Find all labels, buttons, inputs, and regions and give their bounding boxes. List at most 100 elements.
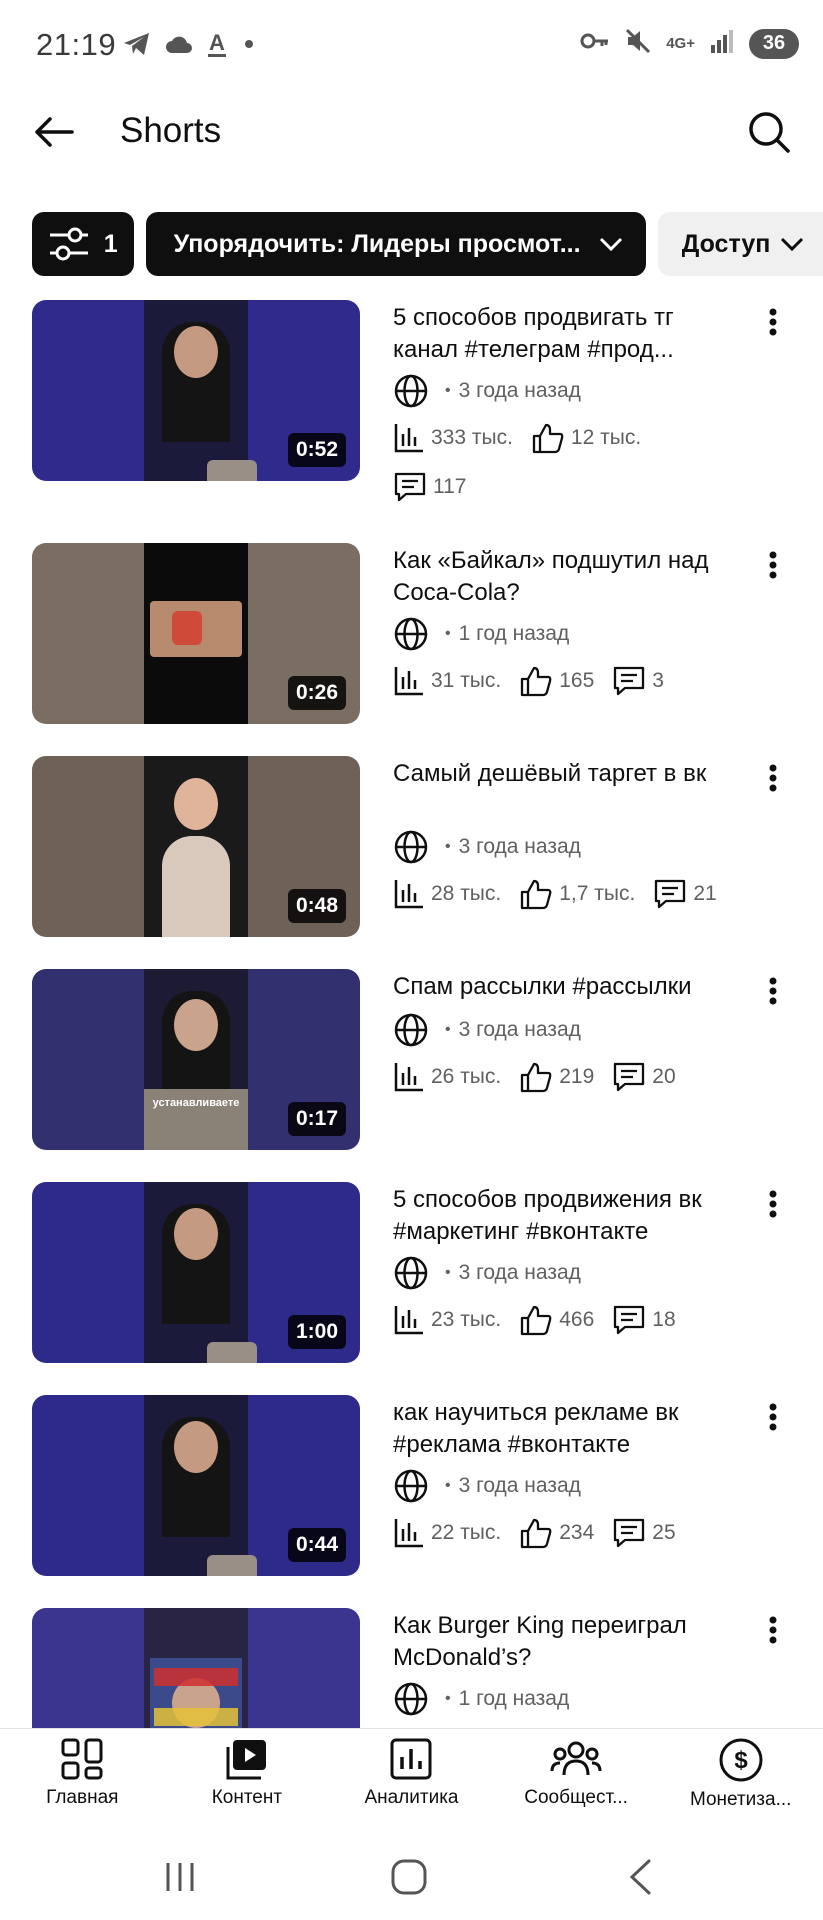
access-label: Доступ <box>681 229 771 258</box>
filter-chips: 1 Упорядочить: Лидеры просмот... Доступ <box>32 212 823 276</box>
access-dropdown[interactable]: Доступ <box>657 212 823 276</box>
globe-icon <box>393 1255 429 1291</box>
visibility-row: • 1 год назад <box>393 616 569 652</box>
comments-count: 20 <box>652 1065 676 1088</box>
nav-item-content[interactable]: Контент <box>165 1729 330 1832</box>
video-duration: 0:26 <box>287 676 346 710</box>
home-icon <box>391 1859 427 1895</box>
comment-icon <box>612 1517 646 1549</box>
nav-item-dashboard[interactable]: Главная <box>0 1729 165 1832</box>
video-thumbnail[interactable]: 0:48 <box>32 756 360 937</box>
visibility-row: • 3 года назад <box>393 829 581 865</box>
status-bar: 21:19 A 4G+ 36 <box>0 0 823 90</box>
views-count: 31 тыс. <box>431 669 502 692</box>
views-chart-icon <box>393 1304 425 1336</box>
nav-item-monetization[interactable]: $ Монетиза... <box>658 1729 823 1832</box>
arrow-left-icon <box>35 117 74 147</box>
chevron-down-icon <box>599 237 622 252</box>
video-title[interactable]: 5 способов продвижения вк #маркетинг #вк… <box>393 1184 733 1248</box>
visibility-row: • 3 года назад <box>393 1255 581 1291</box>
filter-count: 1 <box>103 229 118 258</box>
nav-label: Контент <box>211 1787 283 1808</box>
comment-icon <box>612 1304 646 1336</box>
video-title[interactable]: Как Burger King переиграл McDonald’s? <box>393 1610 733 1674</box>
list-item[interactable]: 0:52 5 способов продвигать тг канал #тел… <box>0 300 823 510</box>
battery-indicator: 36 <box>749 28 799 59</box>
filter-button[interactable]: 1 <box>32 212 134 276</box>
list-item[interactable]: 0:44 как научиться рекламе вк #реклама #… <box>0 1395 823 1585</box>
more-vert-icon <box>769 551 777 579</box>
video-thumbnail[interactable]: 0:52 <box>32 300 360 481</box>
status-time: 21:19 <box>36 27 117 62</box>
like-icon <box>519 1061 553 1093</box>
telegram-icon <box>122 31 152 62</box>
stats-row: 26 тыс. 219 20 <box>393 1061 676 1093</box>
home-button[interactable] <box>379 1852 439 1902</box>
video-title[interactable]: Спам рассылки #рассылки <box>393 971 733 1003</box>
page-title: Shorts <box>120 111 222 150</box>
comments-row: 117 <box>393 471 466 503</box>
network-type: 4G+ <box>666 34 695 52</box>
list-item[interactable]: 0:26 Как «Байкал» подшутил над Coca-Cola… <box>0 543 823 733</box>
video-title[interactable]: Самый дешёвый таргет в вк <box>393 758 733 790</box>
comments-count: 117 <box>433 475 467 498</box>
video-thumbnail[interactable] <box>32 1608 360 1728</box>
app-header: Shorts <box>0 92 823 172</box>
list-item[interactable]: 0:48 Самый дешёвый таргет в вк • 3 года … <box>0 756 823 946</box>
signal-icon <box>709 29 735 58</box>
nav-label: Аналитика <box>364 1787 459 1808</box>
search-button[interactable] <box>745 108 793 156</box>
video-title[interactable]: 5 способов продвигать тг канал #телеграм… <box>393 302 733 366</box>
more-options-button[interactable] <box>758 545 788 585</box>
system-back-button[interactable] <box>610 1852 670 1902</box>
comments-count: 18 <box>652 1308 676 1331</box>
video-thumbnail[interactable]: 0:26 <box>32 543 360 724</box>
nav-item-analytics[interactable]: Аналитика <box>329 1729 494 1832</box>
visibility-row: • 3 года назад <box>393 373 581 409</box>
video-title[interactable]: Как «Байкал» подшутил над Coca-Cola? <box>393 545 733 609</box>
comment-icon <box>612 1061 646 1093</box>
video-thumbnail[interactable]: 1:00 <box>32 1182 360 1363</box>
visibility-row: • 1 год назад <box>393 1681 569 1717</box>
nav-label: Сообщест... <box>524 1787 628 1808</box>
video-thumbnail[interactable]: устанавливаете 0:17 <box>32 969 360 1150</box>
list-item[interactable]: 1:00 5 способов продвижения вк #маркетин… <box>0 1182 823 1372</box>
nav-label: Монетиза... <box>689 1789 792 1810</box>
like-icon <box>531 422 565 454</box>
sliders-icon <box>50 227 88 261</box>
likes-count: 165 <box>559 669 595 692</box>
more-options-button[interactable] <box>758 302 788 342</box>
comments-count: 3 <box>652 669 664 692</box>
views-count: 333 тыс. <box>431 426 513 449</box>
video-title[interactable]: как научиться рекламе вк #реклама #вконт… <box>393 1397 733 1461</box>
back-button[interactable] <box>32 110 76 154</box>
mute-icon <box>624 27 652 60</box>
globe-icon <box>393 1468 429 1504</box>
views-count: 23 тыс. <box>431 1308 502 1331</box>
sort-label: Упорядочить: Лидеры просмот... <box>173 229 581 258</box>
more-options-button[interactable] <box>758 1610 788 1650</box>
visibility-row: • 3 года назад <box>393 1468 581 1504</box>
more-vert-icon <box>769 1616 777 1644</box>
nav-label: Главная <box>46 1787 119 1808</box>
nav-item-community[interactable]: Сообщест... <box>494 1729 659 1832</box>
analytics-icon <box>390 1738 432 1780</box>
more-options-button[interactable] <box>758 1397 788 1437</box>
more-options-button[interactable] <box>758 1184 788 1224</box>
views-count: 26 тыс. <box>431 1065 502 1088</box>
list-item[interactable]: Как Burger King переиграл McDonald’s? • … <box>0 1608 823 1728</box>
sort-dropdown[interactable]: Упорядочить: Лидеры просмот... <box>145 212 646 276</box>
video-thumbnail[interactable]: 0:44 <box>32 1395 360 1576</box>
svg-text:$: $ <box>734 1747 748 1774</box>
video-duration: 0:44 <box>287 1528 346 1562</box>
more-options-button[interactable] <box>758 758 788 798</box>
recent-apps-button[interactable] <box>150 1852 210 1902</box>
cloud-icon <box>164 33 194 60</box>
list-item[interactable]: устанавливаете 0:17 Спам рассылки #рассы… <box>0 969 823 1159</box>
video-age: 1 год назад <box>458 622 570 645</box>
globe-icon <box>393 1012 429 1048</box>
more-options-button[interactable] <box>758 971 788 1011</box>
video-duration: 1:00 <box>287 1315 346 1349</box>
stats-row: 31 тыс. 165 3 <box>393 665 664 697</box>
search-icon <box>749 112 790 153</box>
